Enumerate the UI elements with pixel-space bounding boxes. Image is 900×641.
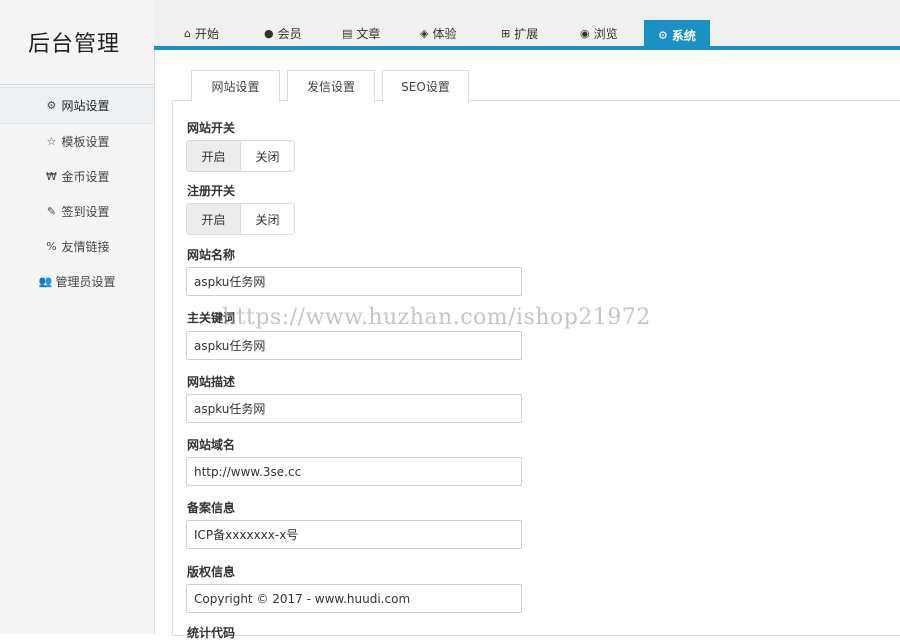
icp-input[interactable] xyxy=(186,520,522,549)
sidebar-item-label: 签到设置 xyxy=(61,205,110,219)
tab-members[interactable]: ● 会员 xyxy=(250,20,316,46)
sidebar-item-site-settings[interactable]: ⚙ 网站设置 xyxy=(0,87,154,124)
copyright-label: 版权信息 xyxy=(187,565,236,579)
file-icon: ▤ xyxy=(342,26,353,40)
cube-icon: ◈ xyxy=(420,26,429,40)
sidebar-item-label: 模板设置 xyxy=(61,135,110,149)
tab-articles[interactable]: ▤ 文章 xyxy=(328,20,394,46)
nav-accent-bar xyxy=(154,46,900,50)
register-switch-label: 注册开关 xyxy=(187,184,236,198)
users-icon: 👥 xyxy=(38,275,53,288)
sidebar-item-coin-settings[interactable]: ₩ 金币设置 xyxy=(0,159,154,194)
register-switch-off-button[interactable]: 关闭 xyxy=(241,204,294,234)
tab-label: 文章 xyxy=(356,26,381,41)
tab-label: 浏览 xyxy=(593,26,618,41)
tab-extensions[interactable]: ⊞ 扩展 xyxy=(487,20,552,46)
sidebar: 后台管理 ⚙ 网站设置 ☆ 模板设置 ₩ 金币设置 ✎ 签到设置 % 友情链接 … xyxy=(0,0,155,634)
sidebar-item-friend-links[interactable]: % 友情链接 xyxy=(0,229,154,264)
site-switch-label: 网站开关 xyxy=(187,121,236,135)
link-icon: % xyxy=(46,240,57,253)
register-switch-toggle: 开启 关闭 xyxy=(186,203,295,235)
site-switch-on-button[interactable]: 开启 xyxy=(187,141,241,171)
sidebar-item-template-settings[interactable]: ☆ 模板设置 xyxy=(0,124,154,159)
domain-label: 网站域名 xyxy=(187,438,236,452)
sidebar-item-label: 网站设置 xyxy=(61,99,110,113)
sidebar-item-checkin-settings[interactable]: ✎ 签到设置 xyxy=(0,194,154,229)
description-label: 网站描述 xyxy=(187,375,236,389)
tab-experience[interactable]: ◈ 体验 xyxy=(406,20,470,46)
tab-label: 开始 xyxy=(194,26,219,41)
logo: 后台管理 xyxy=(0,0,154,85)
user-icon: ● xyxy=(264,26,274,40)
subtab-seo-settings[interactable]: SEO设置 xyxy=(382,70,469,102)
icp-label: 备案信息 xyxy=(187,501,236,515)
domain-input[interactable] xyxy=(186,457,522,486)
star-outline-icon: ☆ xyxy=(46,135,57,148)
keywords-label: 主关键词 xyxy=(187,311,236,325)
tab-label: 系统 xyxy=(671,28,696,43)
eye-icon: ◉ xyxy=(580,26,590,40)
sidebar-item-label: 管理员设置 xyxy=(55,275,116,289)
site-switch-toggle: 开启 关闭 xyxy=(186,140,295,172)
site-switch-off-button[interactable]: 关闭 xyxy=(241,141,294,171)
tab-label: 扩展 xyxy=(514,26,539,41)
stats-code-label: 统计代码 xyxy=(187,626,236,640)
cogs-icon: ⚙ xyxy=(658,28,668,42)
tab-browse[interactable]: ◉ 浏览 xyxy=(566,20,632,46)
tab-label: 会员 xyxy=(277,26,302,41)
won-sign-icon: ₩ xyxy=(46,170,57,183)
tab-label: 体验 xyxy=(432,26,457,41)
top-nav: ⌂ 开始 ● 会员 ▤ 文章 ◈ 体验 ⊞ 扩展 ◉ 浏览 ⚙ 系统 xyxy=(154,0,900,50)
sidebar-item-label: 金币设置 xyxy=(61,170,110,184)
site-name-input[interactable] xyxy=(186,267,522,296)
sidebar-item-label: 友情链接 xyxy=(61,240,110,254)
content-panel xyxy=(172,100,900,636)
subtab-site-settings[interactable]: 网站设置 xyxy=(191,70,280,102)
register-switch-on-button[interactable]: 开启 xyxy=(187,204,241,234)
keywords-input[interactable] xyxy=(186,331,522,360)
description-input[interactable] xyxy=(186,394,522,423)
edit-icon: ✎ xyxy=(46,205,57,218)
copyright-input[interactable] xyxy=(186,584,522,613)
sidebar-item-admin-settings[interactable]: 👥 管理员设置 xyxy=(0,264,154,299)
home-icon: ⌂ xyxy=(184,26,191,40)
gear-icon: ⚙ xyxy=(46,99,57,112)
site-name-label: 网站名称 xyxy=(187,248,236,262)
subtab-mail-settings[interactable]: 发信设置 xyxy=(287,70,375,102)
plus-square-icon: ⊞ xyxy=(501,26,511,40)
tab-start[interactable]: ⌂ 开始 xyxy=(170,20,233,46)
